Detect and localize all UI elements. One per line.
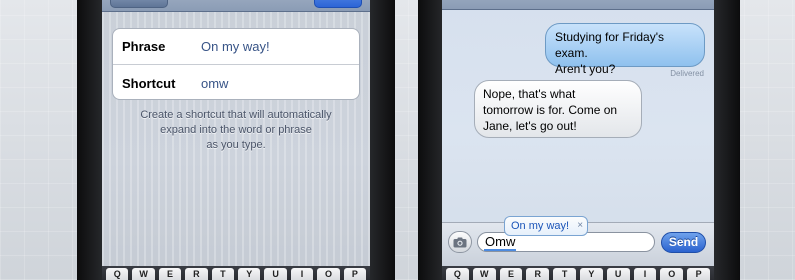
messages-screen: Studying for Friday's exam. Aren't you? … <box>442 0 714 268</box>
hint-line-2: expand into the word or phrase <box>160 124 312 136</box>
save-button[interactable] <box>314 0 362 8</box>
camera-icon <box>453 237 467 247</box>
key[interactable]: I <box>290 268 314 280</box>
shortcut-settings-screen: Phrase On my way! Shortcut omw Create a … <box>102 0 370 268</box>
key[interactable]: W <box>132 268 155 280</box>
phrase-label: Phrase <box>122 39 166 54</box>
incoming-line-3: Jane, let's go out! <box>483 119 577 133</box>
key[interactable]: O <box>317 268 340 280</box>
phrase-row[interactable]: Phrase On my way! <box>113 29 359 65</box>
key[interactable]: P <box>687 268 710 280</box>
key[interactable]: I <box>633 268 657 280</box>
incoming-line-1: Nope, that's what <box>483 87 576 101</box>
key[interactable]: T <box>211 268 235 280</box>
outgoing-message-bubble: Studying for Friday's exam. Aren't you? <box>545 23 705 76</box>
hint-line-3: as you type. <box>206 139 266 151</box>
phone-left: Phrase On my way! Shortcut omw Create a … <box>77 0 395 280</box>
camera-button[interactable] <box>448 231 472 253</box>
settings-nav-bar <box>102 0 370 12</box>
key[interactable]: Y <box>238 268 261 280</box>
key[interactable]: R <box>526 268 550 280</box>
hint-line-1: Create a shortcut that will automaticall… <box>140 109 332 121</box>
suggestion-text: On my way! <box>511 220 570 232</box>
key[interactable]: E <box>158 268 182 280</box>
key[interactable]: Y <box>579 268 603 280</box>
key[interactable]: U <box>264 268 287 280</box>
send-button[interactable]: Send <box>661 232 706 253</box>
keyboard-left: Q W E R T Y U I O P <box>102 266 370 280</box>
key[interactable]: Q <box>446 268 469 280</box>
shortcut-label: Shortcut <box>122 75 176 91</box>
typed-text: Omw <box>484 234 517 251</box>
shortcut-row[interactable]: Shortcut omw <box>113 65 359 99</box>
incoming-line-2: tomorrow is for. Come on <box>483 103 618 117</box>
messages-nav-bar <box>442 0 714 10</box>
outgoing-line-1: Studying for Friday's exam. <box>555 30 665 60</box>
incoming-message-bubble: Nope, that's what tomorrow is for. Come … <box>474 80 642 138</box>
key[interactable]: P <box>343 268 367 280</box>
phone-right: Studying for Friday's exam. Aren't you? … <box>418 0 740 280</box>
key[interactable]: T <box>553 268 576 280</box>
key[interactable]: U <box>606 268 630 280</box>
delivered-status: Delivered <box>670 69 704 78</box>
key[interactable]: O <box>660 268 684 280</box>
autocorrect-suggestion[interactable]: On my way! × <box>504 216 589 236</box>
phrase-field[interactable]: On my way! <box>201 39 270 54</box>
back-button[interactable] <box>110 0 168 8</box>
shortcut-field[interactable]: omw <box>201 76 228 91</box>
shortcut-hint: Create a shortcut that will automaticall… <box>118 108 354 153</box>
shortcut-form: Phrase On my way! Shortcut omw <box>112 28 360 100</box>
key[interactable]: E <box>499 268 523 280</box>
key[interactable]: W <box>472 268 496 280</box>
keyboard-right: Q W E R T Y U I O P <box>442 266 714 280</box>
key[interactable]: R <box>185 268 208 280</box>
key[interactable]: Q <box>106 268 129 280</box>
dismiss-suggestion-icon[interactable]: × <box>577 217 583 235</box>
